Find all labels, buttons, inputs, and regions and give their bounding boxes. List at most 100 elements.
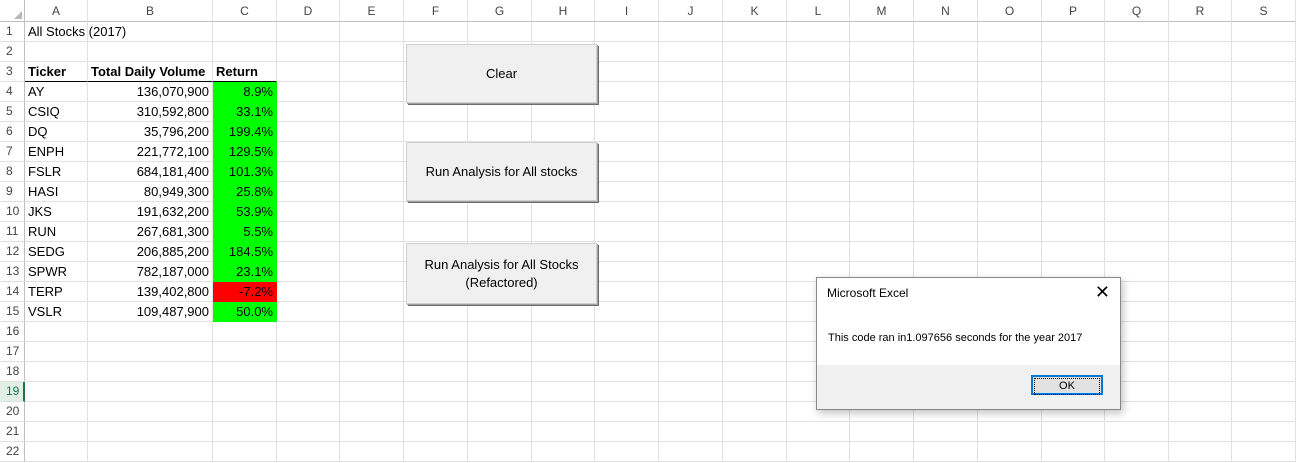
cell[interactable] xyxy=(723,42,787,62)
cell[interactable] xyxy=(468,102,532,122)
cell[interactable] xyxy=(723,202,787,222)
row-header-20[interactable]: 20 xyxy=(0,402,25,422)
cell[interactable] xyxy=(404,362,468,382)
cell[interactable] xyxy=(468,422,532,442)
cell[interactable] xyxy=(1169,342,1232,362)
cell[interactable] xyxy=(1169,142,1232,162)
cell[interactable] xyxy=(850,222,914,242)
row-header-22[interactable]: 22 xyxy=(0,442,25,462)
cell[interactable] xyxy=(659,282,723,302)
cell[interactable] xyxy=(978,162,1042,182)
cell[interactable] xyxy=(787,82,850,102)
cell[interactable] xyxy=(850,202,914,222)
cell[interactable] xyxy=(277,342,340,362)
cell[interactable] xyxy=(1169,362,1232,382)
cell[interactable] xyxy=(595,342,659,362)
cell[interactable] xyxy=(1232,182,1296,202)
cell[interactable] xyxy=(340,282,404,302)
cell[interactable] xyxy=(1105,422,1169,442)
cell[interactable] xyxy=(850,82,914,102)
cell[interactable] xyxy=(340,362,404,382)
cell[interactable] xyxy=(213,362,277,382)
cell[interactable] xyxy=(787,202,850,222)
cell[interactable] xyxy=(1232,142,1296,162)
row-header-7[interactable]: 7 xyxy=(0,142,25,162)
cell[interactable] xyxy=(978,102,1042,122)
cell[interactable] xyxy=(595,202,659,222)
cell[interactable] xyxy=(787,122,850,142)
cell[interactable] xyxy=(787,242,850,262)
ok-button[interactable]: OK xyxy=(1031,375,1103,395)
column-header-e[interactable]: E xyxy=(340,0,404,22)
cell[interactable] xyxy=(978,22,1042,42)
cell[interactable] xyxy=(404,422,468,442)
cell[interactable] xyxy=(213,42,277,62)
row-header-10[interactable]: 10 xyxy=(0,202,25,222)
cell[interactable] xyxy=(532,102,595,122)
cell[interactable] xyxy=(468,442,532,462)
cell[interactable] xyxy=(595,422,659,442)
row-header-18[interactable]: 18 xyxy=(0,362,25,382)
row-header-14[interactable]: 14 xyxy=(0,282,25,302)
cell[interactable] xyxy=(25,442,88,462)
cell[interactable] xyxy=(340,202,404,222)
cell[interactable] xyxy=(277,102,340,122)
row-header-5[interactable]: 5 xyxy=(0,102,25,122)
cell[interactable] xyxy=(340,222,404,242)
cell[interactable] xyxy=(1232,82,1296,102)
cell[interactable] xyxy=(978,142,1042,162)
cell[interactable] xyxy=(1232,202,1296,222)
cell[interactable] xyxy=(1232,362,1296,382)
volume-cell[interactable]: 35,796,200 xyxy=(88,122,213,142)
cell[interactable] xyxy=(277,142,340,162)
cell[interactable] xyxy=(723,162,787,182)
cell[interactable] xyxy=(404,382,468,402)
cell[interactable] xyxy=(404,402,468,422)
row-header-9[interactable]: 9 xyxy=(0,182,25,202)
cell[interactable] xyxy=(277,322,340,342)
cell[interactable] xyxy=(468,362,532,382)
cell[interactable] xyxy=(914,82,978,102)
cell[interactable] xyxy=(277,82,340,102)
column-header-m[interactable]: M xyxy=(850,0,914,22)
cell[interactable] xyxy=(1042,122,1105,142)
cell[interactable] xyxy=(914,122,978,142)
cell[interactable] xyxy=(850,122,914,142)
cell[interactable] xyxy=(723,222,787,242)
cell[interactable] xyxy=(914,42,978,62)
cell[interactable] xyxy=(25,322,88,342)
cell[interactable] xyxy=(88,402,213,422)
cell[interactable] xyxy=(277,42,340,62)
cell[interactable] xyxy=(595,102,659,122)
cell[interactable] xyxy=(340,182,404,202)
cell[interactable] xyxy=(1169,402,1232,422)
cell[interactable] xyxy=(978,242,1042,262)
cell[interactable] xyxy=(595,122,659,142)
cell[interactable] xyxy=(850,162,914,182)
cell[interactable] xyxy=(25,402,88,422)
cell[interactable] xyxy=(277,62,340,82)
cell[interactable] xyxy=(1042,202,1105,222)
cell[interactable] xyxy=(723,282,787,302)
cell[interactable] xyxy=(659,262,723,282)
cell[interactable] xyxy=(978,122,1042,142)
cell[interactable] xyxy=(340,242,404,262)
cell[interactable] xyxy=(914,222,978,242)
cell[interactable] xyxy=(850,22,914,42)
cell[interactable] xyxy=(595,302,659,322)
column-header-n[interactable]: N xyxy=(914,0,978,22)
return-cell[interactable]: 50.0% xyxy=(213,302,277,322)
cell[interactable] xyxy=(340,162,404,182)
cell[interactable] xyxy=(404,342,468,362)
cell[interactable] xyxy=(532,22,595,42)
cell[interactable] xyxy=(1169,222,1232,242)
cell[interactable] xyxy=(88,442,213,462)
column-header-h[interactable]: H xyxy=(532,0,595,22)
cell[interactable] xyxy=(850,102,914,122)
cell[interactable] xyxy=(340,42,404,62)
cell[interactable] xyxy=(1042,222,1105,242)
cell[interactable] xyxy=(1169,382,1232,402)
cell[interactable] xyxy=(787,62,850,82)
ticker-cell[interactable]: CSIQ xyxy=(25,102,88,122)
cell[interactable] xyxy=(595,382,659,402)
